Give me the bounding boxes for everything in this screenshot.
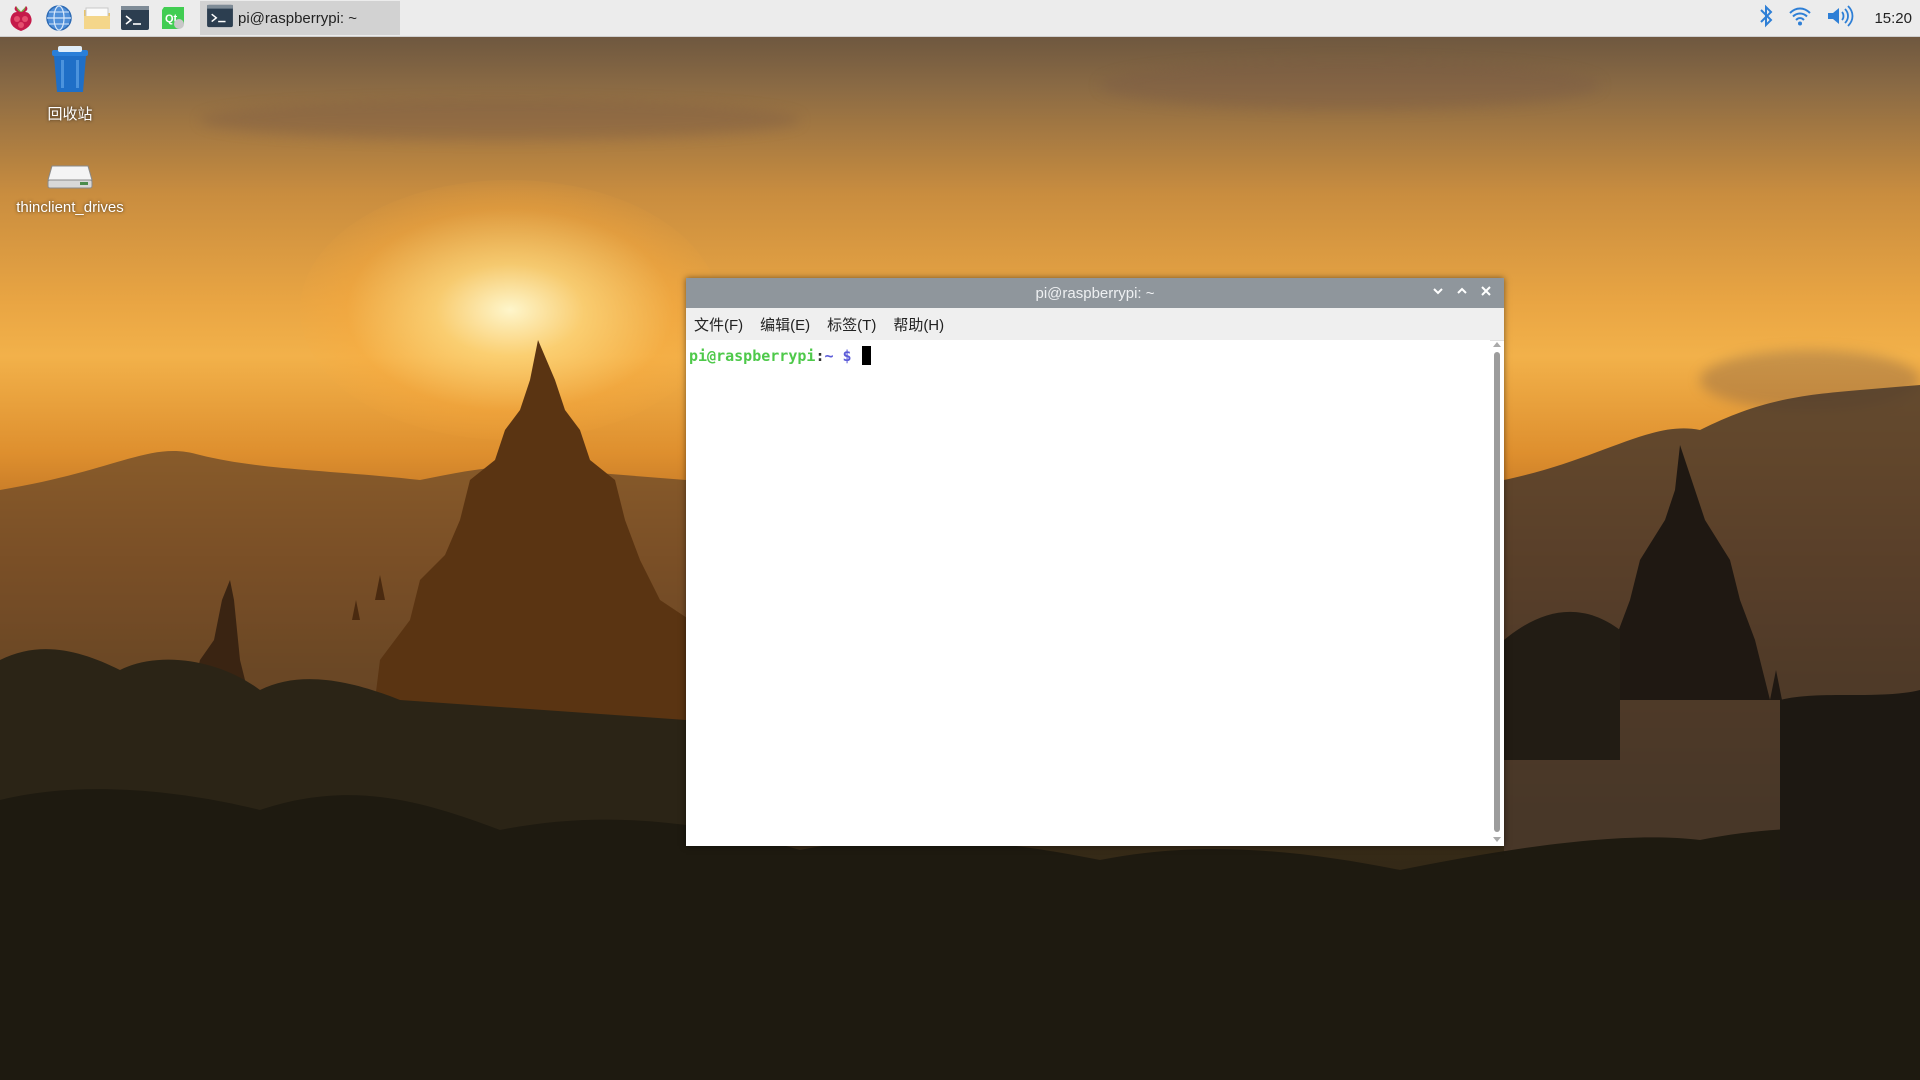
desktop-icon-trash[interactable]: 回收站 bbox=[5, 44, 135, 124]
qt-creator-icon: Qt bbox=[159, 4, 187, 32]
menu-help[interactable]: 帮助(H) bbox=[893, 314, 944, 335]
menu-edit[interactable]: 编辑(E) bbox=[760, 314, 810, 335]
drive-icon bbox=[46, 162, 94, 195]
raspberry-menu-icon bbox=[8, 4, 34, 32]
volume-button[interactable] bbox=[1826, 4, 1854, 32]
close-icon bbox=[1480, 284, 1492, 302]
chevron-down-icon bbox=[1432, 284, 1444, 302]
qt-creator-button[interactable]: Qt bbox=[156, 1, 190, 35]
chevron-up-icon bbox=[1456, 284, 1468, 302]
desktop-icon-label: thinclient_drives bbox=[16, 199, 124, 216]
prompt-user-host: pi@raspberrypi bbox=[689, 347, 816, 365]
terminal-button[interactable] bbox=[118, 1, 152, 35]
bluetooth-button[interactable] bbox=[1758, 3, 1774, 34]
taskbar-item-label: pi@raspberrypi: ~ bbox=[238, 9, 358, 27]
web-browser-icon bbox=[45, 4, 73, 32]
minimize-button[interactable] bbox=[1426, 281, 1450, 305]
scroll-down-icon[interactable] bbox=[1493, 837, 1501, 842]
window-titlebar[interactable]: pi@raspberrypi: ~ bbox=[686, 278, 1504, 308]
window-title: pi@raspberrypi: ~ bbox=[1035, 284, 1155, 302]
maximize-button[interactable] bbox=[1450, 281, 1474, 305]
desktop-icon-thinclient-drives[interactable]: thinclient_drives bbox=[5, 162, 135, 216]
text-cursor bbox=[861, 346, 871, 365]
file-manager-button[interactable] bbox=[80, 1, 114, 35]
terminal-icon bbox=[120, 5, 150, 31]
taskbar-item-terminal[interactable]: pi@raspberrypi: ~ bbox=[200, 1, 400, 35]
bluetooth-icon bbox=[1758, 3, 1774, 34]
terminal-icon bbox=[206, 4, 234, 32]
prompt-path: ~ $ bbox=[824, 347, 852, 365]
trash-icon bbox=[46, 44, 94, 99]
menu-tabs[interactable]: 标签(T) bbox=[827, 314, 876, 335]
window-controls bbox=[1426, 278, 1498, 308]
clock[interactable]: 15:20 bbox=[1874, 10, 1912, 27]
close-button[interactable] bbox=[1474, 281, 1498, 305]
file-manager-icon bbox=[82, 5, 112, 31]
top-panel: Qt pi@raspberrypi: ~ 15:20 bbox=[0, 0, 1920, 37]
terminal-scrollbar[interactable] bbox=[1492, 342, 1502, 842]
menu-file[interactable]: 文件(F) bbox=[694, 314, 743, 335]
raspberry-menu-button[interactable] bbox=[4, 1, 38, 35]
scroll-up-icon[interactable] bbox=[1493, 342, 1501, 347]
wifi-icon bbox=[1788, 5, 1812, 32]
terminal-output[interactable]: pi@raspberrypi:~ $ bbox=[686, 340, 1490, 846]
web-browser-button[interactable] bbox=[42, 1, 76, 35]
wifi-button[interactable] bbox=[1788, 5, 1812, 32]
desktop-icon-label: 回收站 bbox=[47, 106, 93, 123]
scrollbar-thumb[interactable] bbox=[1494, 352, 1500, 832]
system-tray: 15:20 bbox=[1744, 0, 1912, 36]
volume-icon bbox=[1826, 4, 1854, 32]
terminal-window: pi@raspberrypi: ~ 文件(F) 编辑(E) 标签(T) 帮助(H… bbox=[686, 278, 1504, 846]
terminal-menubar: 文件(F) 编辑(E) 标签(T) 帮助(H) bbox=[686, 308, 1504, 341]
